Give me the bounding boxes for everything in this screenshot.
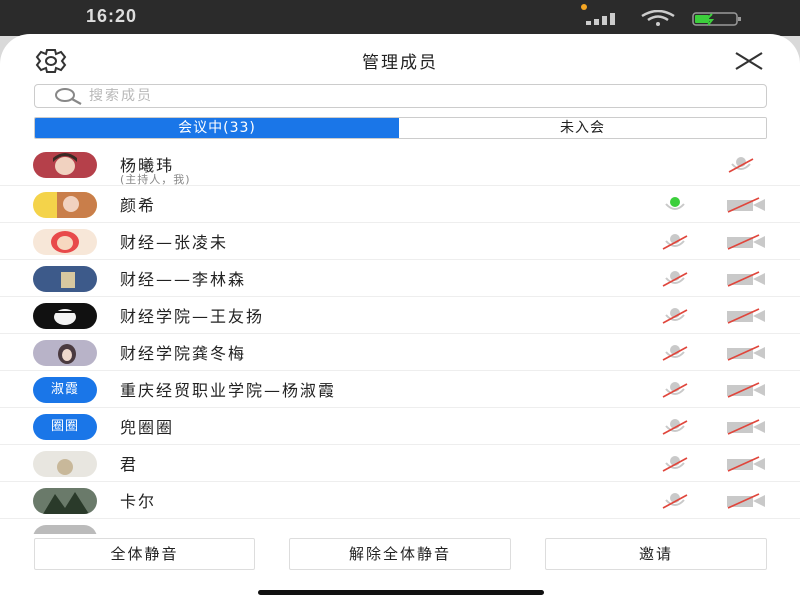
member-row[interactable]: 圈圈 兜圈圈 xyxy=(0,408,800,445)
camera-off-icon[interactable] xyxy=(725,456,767,472)
avatar xyxy=(33,229,97,255)
mic-muted-icon[interactable] xyxy=(659,233,691,251)
avatar xyxy=(33,340,97,366)
camera-off-icon[interactable] xyxy=(725,234,767,250)
member-list: 杨曦玮 (主持人，我) 颜希 财经—张凌未 财经——李林森 财经学院—王友扬 财… xyxy=(0,146,800,534)
member-row[interactable]: 财经学院—王友扬 xyxy=(0,297,800,334)
member-row[interactable]: 颜希 xyxy=(0,186,800,223)
battery-charging-icon xyxy=(692,12,741,26)
search-icon xyxy=(55,88,82,105)
member-name: 财经学院龚冬梅 xyxy=(120,344,247,363)
wifi-icon xyxy=(641,10,675,26)
camera-off-icon[interactable] xyxy=(725,345,767,361)
avatar xyxy=(33,192,97,218)
search-box[interactable] xyxy=(34,84,767,108)
avatar: 圈圈 xyxy=(33,414,97,440)
avatar xyxy=(33,266,97,292)
page-title: 管理成员 xyxy=(362,53,438,73)
cellular-signal-icon xyxy=(586,13,615,25)
member-row[interactable]: 财经—张凌未 xyxy=(0,223,800,260)
mic-muted-icon[interactable] xyxy=(659,455,691,473)
manage-members-sheet: 管理成员 会议中(33) 未入会 杨曦玮 (主持人，我) xyxy=(0,34,800,600)
member-name: 财经—张凌未 xyxy=(120,233,229,252)
tab-in-meeting[interactable]: 会议中(33) xyxy=(35,118,399,138)
avatar xyxy=(33,488,97,514)
member-name: 重庆经贸职业学院—杨淑霞 xyxy=(120,381,337,400)
invite-button[interactable]: 邀请 xyxy=(545,538,767,570)
mic-on-icon[interactable] xyxy=(659,196,691,214)
mic-muted-icon[interactable] xyxy=(659,381,691,399)
member-row[interactable]: 财经——李林森 xyxy=(0,260,800,297)
avatar xyxy=(33,525,97,534)
member-name: 兜圈圈 xyxy=(120,418,175,437)
member-name: 颜希 xyxy=(120,196,157,215)
home-indicator xyxy=(258,590,544,595)
member-name: 君 xyxy=(120,455,139,474)
member-row[interactable]: 财经学院龚冬梅 xyxy=(0,334,800,371)
camera-off-icon[interactable] xyxy=(725,197,767,213)
member-name: 财经——李林森 xyxy=(120,270,247,289)
mic-muted-icon[interactable] xyxy=(659,344,691,362)
member-name: 卡尔 xyxy=(120,492,157,511)
mic-muted-icon[interactable] xyxy=(659,307,691,325)
avatar xyxy=(33,152,97,178)
mute-all-button[interactable]: 全体静音 xyxy=(34,538,255,570)
member-name: 财经学院—王友扬 xyxy=(120,307,265,326)
member-row[interactable]: 杨曦玮 (主持人，我) xyxy=(0,146,800,186)
avatar xyxy=(33,451,97,477)
status-bar: 16:20 xyxy=(0,0,800,36)
camera-off-icon[interactable] xyxy=(725,419,767,435)
member-role: (主持人，我) xyxy=(120,173,191,186)
unmute-all-button[interactable]: 解除全体静音 xyxy=(289,538,511,570)
mic-muted-icon[interactable] xyxy=(659,270,691,288)
camera-off-icon[interactable] xyxy=(725,308,767,324)
camera-off-icon[interactable] xyxy=(725,382,767,398)
sheet-header: 管理成员 xyxy=(0,34,800,86)
status-time: 16:20 xyxy=(86,6,138,26)
member-row[interactable]: 淑霞 重庆经贸职业学院—杨淑霞 xyxy=(0,371,800,408)
mic-muted-icon[interactable] xyxy=(659,418,691,436)
recording-dot-icon xyxy=(581,4,587,10)
mic-muted-icon[interactable] xyxy=(725,156,757,174)
member-tabs: 会议中(33) 未入会 xyxy=(34,117,767,139)
search-input[interactable] xyxy=(89,88,689,104)
member-row[interactable]: 卡尔 xyxy=(0,482,800,519)
close-icon[interactable] xyxy=(733,50,765,72)
tab-not-joined[interactable]: 未入会 xyxy=(399,118,766,138)
bottom-action-bar: 全体静音 解除全体静音 邀请 xyxy=(0,534,800,600)
avatar xyxy=(33,303,97,329)
member-row-partial[interactable] xyxy=(0,519,800,534)
member-row[interactable]: 君 xyxy=(0,445,800,482)
mic-muted-icon[interactable] xyxy=(659,492,691,510)
camera-off-icon[interactable] xyxy=(725,493,767,509)
camera-off-icon[interactable] xyxy=(725,271,767,287)
avatar: 淑霞 xyxy=(33,377,97,403)
